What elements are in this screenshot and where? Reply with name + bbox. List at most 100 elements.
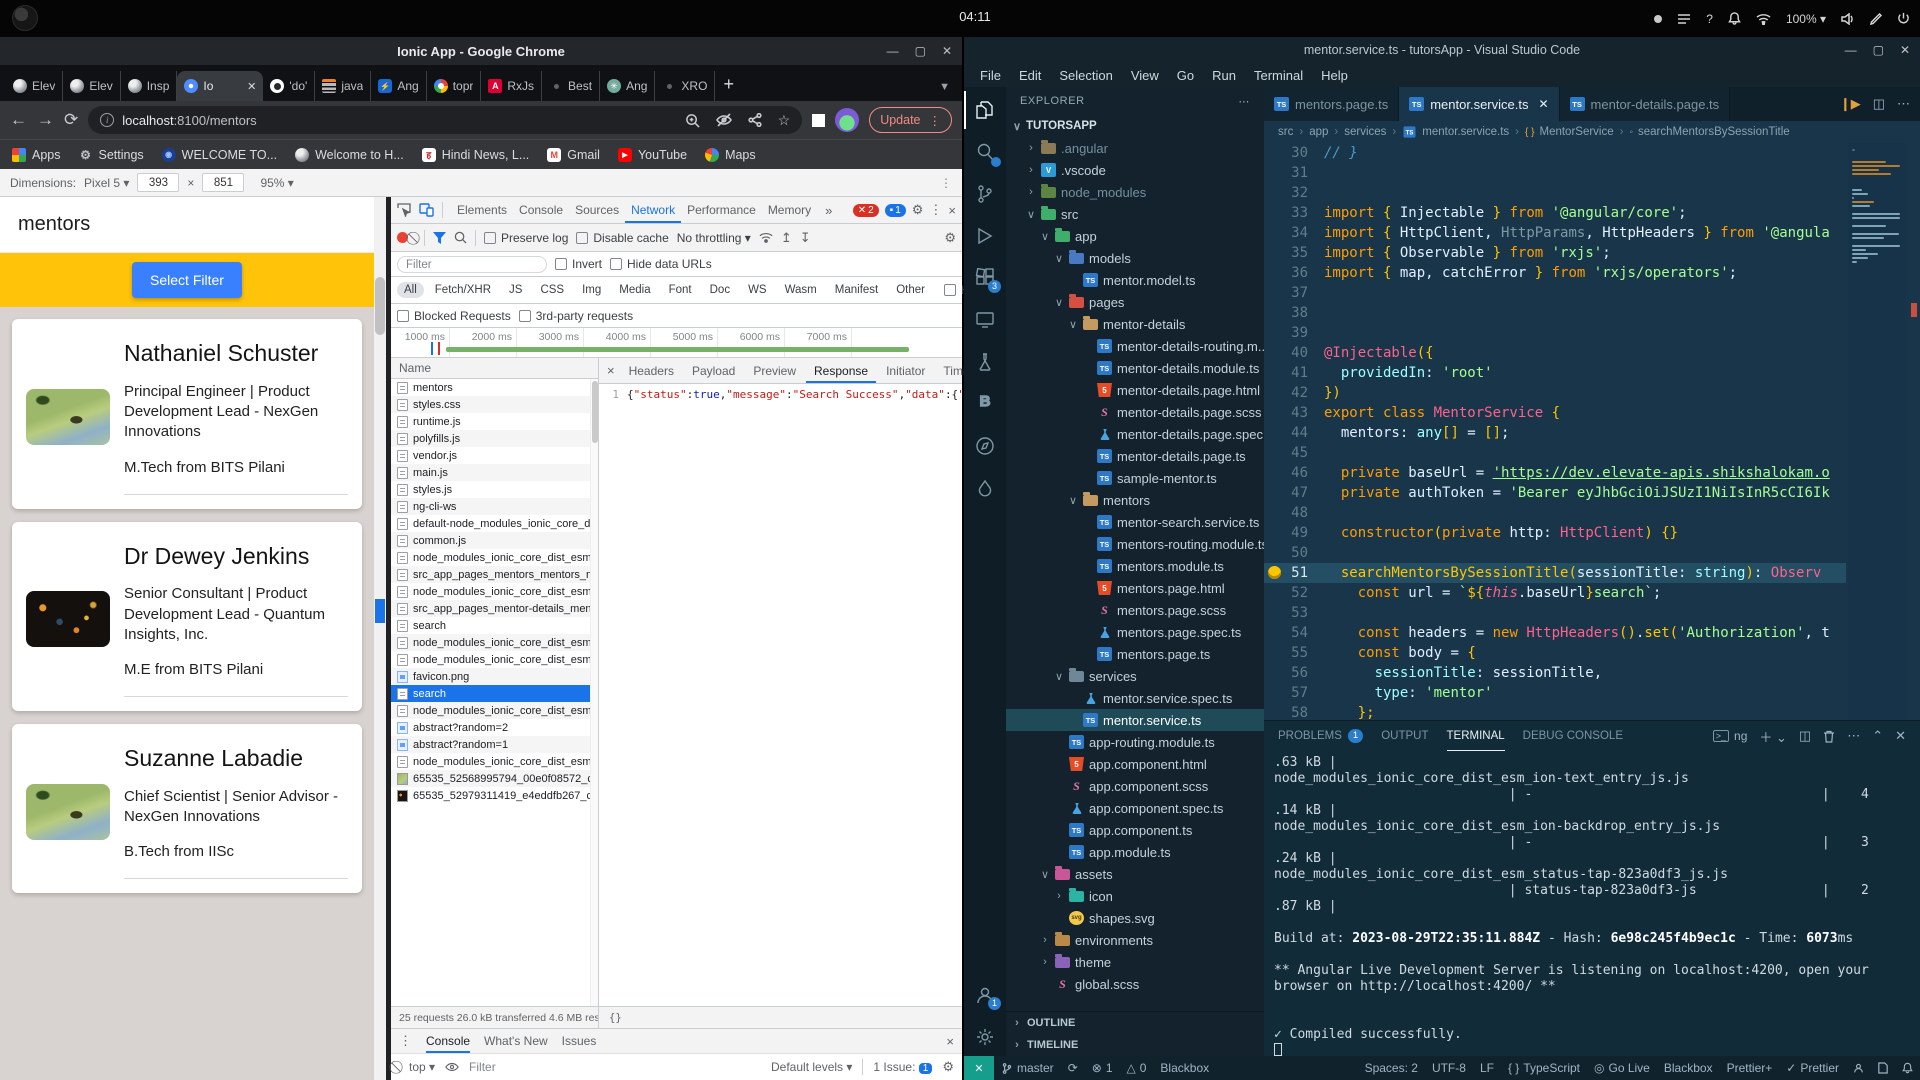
drawer-menu-icon[interactable]: ⋮ (399, 1033, 412, 1049)
console-settings-icon[interactable]: ⚙ (942, 1059, 954, 1075)
beaker-icon[interactable] (964, 343, 1006, 381)
pen-icon[interactable] (1870, 12, 1882, 25)
tree-item[interactable]: mentor-details.page.spec... (1006, 423, 1264, 445)
bookmark-item[interactable]: Apps (12, 147, 61, 162)
vscode-titlebar[interactable]: mentor.service.ts - tutorsApp - Visual S… (964, 37, 1920, 63)
tree-item[interactable]: mentor.service.spec.ts (1006, 687, 1264, 709)
chrome-update-button[interactable]: Update ⋮ (869, 107, 952, 133)
wifi-icon[interactable] (1756, 13, 1771, 25)
network-request-row[interactable]: polyfills.js (391, 430, 598, 447)
tree-item[interactable]: TS sample-mentor.ts (1006, 467, 1264, 489)
bookmark-item[interactable]: Settings (79, 148, 144, 162)
tree-item[interactable]: ∨ mentors (1006, 489, 1264, 511)
hide-data-urls-checkbox[interactable]: Hide data URLs (610, 257, 712, 271)
devtools-tab-elements[interactable]: Elements (451, 197, 513, 223)
blocked-requests-checkbox[interactable]: Blocked Requests (397, 309, 511, 323)
detail-tab-response[interactable]: Response (806, 358, 876, 383)
maximize-icon[interactable]: ▢ (915, 44, 926, 58)
network-request-row[interactable]: styles.css (391, 396, 598, 413)
device-select[interactable]: Pixel 5 ▾ (84, 176, 129, 190)
search-icon[interactable] (454, 231, 467, 244)
status-item[interactable]: master (994, 1061, 1061, 1075)
menu-file[interactable]: File (972, 66, 1009, 85)
git-branch-icon[interactable] (964, 175, 1006, 213)
tree-item[interactable]: ∨ models (1006, 247, 1264, 269)
network-request-row[interactable]: node_modules_ionic_core_dist_esm_i... (391, 549, 598, 566)
help-icon[interactable]: ? (1706, 12, 1713, 26)
panel-tab-problems[interactable]: PROBLEMS 1 (1278, 721, 1364, 751)
network-conditions-icon[interactable] (759, 232, 773, 243)
project-root[interactable]: ∨ TUTORSAPP (1006, 115, 1264, 137)
bell-icon[interactable] (1728, 12, 1741, 25)
import-har-icon[interactable]: ↥ (781, 230, 792, 246)
files-icon[interactable] (964, 91, 1006, 129)
minimap[interactable] (1848, 143, 1906, 720)
chrome-titlebar[interactable]: Ionic App - Google Chrome — ▢ ✕ (0, 37, 962, 65)
select-filter-button[interactable]: Select Filter (132, 262, 242, 298)
mentor-card[interactable]: Nathaniel Schuster Principal Engineer | … (12, 319, 362, 509)
tree-item[interactable]: TS mentor-details-routing.m... (1006, 335, 1264, 357)
tree-item[interactable]: › environments (1006, 929, 1264, 951)
network-request-row[interactable]: vendor.js (391, 447, 598, 464)
devtools-tab-memory[interactable]: Memory (762, 197, 817, 223)
tree-item[interactable]: Smentor-details.page.scss (1006, 401, 1264, 423)
editor-tab[interactable]: TS mentors.page.ts (1264, 87, 1400, 121)
console-eye-icon[interactable] (445, 1062, 459, 1072)
battery-percent[interactable]: 100% ▾ (1786, 12, 1826, 26)
error-badge[interactable]: ✕ 2 (852, 203, 879, 217)
status-item[interactable] (1846, 1062, 1871, 1074)
network-request-row[interactable]: mentors (391, 379, 598, 396)
browser-tab[interactable]: XRO (655, 71, 716, 101)
filter-chip[interactable]: JS (502, 282, 529, 298)
browser-tab[interactable]: RxJs (481, 71, 543, 101)
issues-badge[interactable]: ▪ 1 (884, 203, 906, 217)
breadcrumb-item[interactable]: services (1344, 126, 1386, 138)
tree-item[interactable]: TS mentors.module.ts (1006, 555, 1264, 577)
menu-run[interactable]: Run (1204, 66, 1244, 85)
status-item[interactable]: ⊗ 1 (1085, 1061, 1120, 1075)
drawer-tab[interactable]: Console (426, 1029, 470, 1053)
network-request-row[interactable]: ng-cli-ws (391, 498, 598, 515)
drawer-tab[interactable]: What's New (484, 1029, 548, 1053)
record-dot-icon[interactable] (1654, 14, 1663, 23)
tree-item[interactable]: mentors.page.spec.ts (1006, 621, 1264, 643)
extensions-icon[interactable]: 3 (964, 259, 1006, 297)
vscode-close-icon[interactable]: ✕ (1900, 43, 1910, 57)
status-item[interactable]: { } TypeScript (1501, 1061, 1587, 1075)
minimize-icon[interactable]: — (887, 44, 899, 58)
tree-item[interactable]: TS app.module.ts (1006, 841, 1264, 863)
filter-funnel-icon[interactable] (433, 231, 446, 244)
mentor-card[interactable]: Suzanne Labadie Chief Scientist | Senior… (12, 724, 362, 894)
tree-item[interactable]: TS mentor-details.module.ts (1006, 357, 1264, 379)
device-width-input[interactable]: 393 (137, 173, 180, 192)
invert-checkbox[interactable]: Invert (555, 257, 602, 271)
browser-tab[interactable]: topr (427, 71, 482, 101)
tree-item[interactable]: TS mentor.model.ts (1006, 269, 1264, 291)
panel-tab-debug-console[interactable]: DEBUG CONSOLE (1523, 721, 1623, 751)
task-list-icon[interactable] (1677, 13, 1691, 25)
extension-square-icon[interactable] (812, 113, 826, 127)
disable-cache-checkbox[interactable]: Disable cache (576, 231, 669, 245)
panel-tab-terminal[interactable]: TERMINAL (1447, 721, 1505, 751)
browser-tab[interactable]: Io ✕ (177, 71, 264, 101)
network-request-row[interactable]: default-node_modules_ionic_core_di... (391, 515, 598, 532)
status-item[interactable]: △ 0 (1120, 1061, 1154, 1075)
browser-tab[interactable]: Ang (600, 71, 656, 101)
share-icon[interactable] (748, 113, 762, 127)
drawer-close-icon[interactable]: × (946, 1034, 954, 1049)
tree-item[interactable]: Sglobal.scss (1006, 973, 1264, 995)
tree-item[interactable]: TS mentors-routing.module.ts (1006, 533, 1264, 555)
browser-tab[interactable]: Elev (63, 71, 121, 101)
network-request-row[interactable]: search (391, 617, 598, 634)
search-icon[interactable] (964, 133, 1006, 171)
network-request-row[interactable]: common.js (391, 532, 598, 549)
request-list-scrollbar[interactable] (590, 379, 598, 1006)
network-request-row[interactable]: node_modules_ionic_core_dist_esm_i... (391, 651, 598, 668)
network-request-row[interactable]: 65535_52979311419_e4eddfb267_c... (391, 787, 598, 804)
browser-menu-icon[interactable]: ⋮ (929, 113, 942, 128)
split-editor-icon[interactable]: ◫ (1873, 96, 1885, 112)
tree-item[interactable]: › theme (1006, 951, 1264, 973)
code-editor[interactable]: 30 31 32 33 34 35 36 37 38 39 40 41 42 43 44 45 46 47 48 49… (1264, 143, 1920, 720)
devtools-tab-network[interactable]: Network (625, 197, 681, 223)
device-toolbar-menu-icon[interactable]: ⋮ (940, 176, 952, 190)
